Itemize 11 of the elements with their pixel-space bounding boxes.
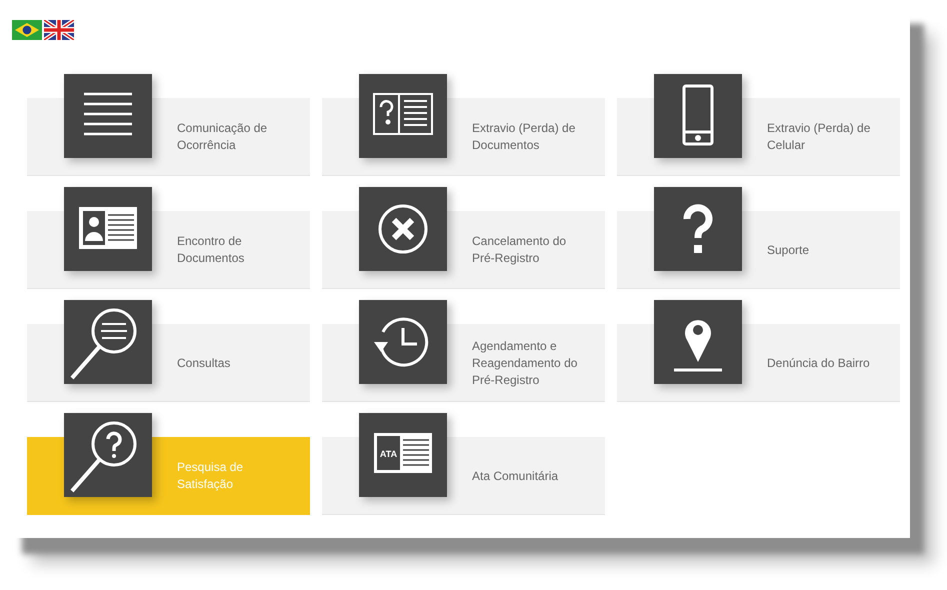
menu-tile[interactable]: Denúncia do Bairro: [617, 300, 900, 402]
menu-tile[interactable]: Encontro de Documentos: [27, 187, 310, 289]
document-label-icon: ATA: [359, 413, 447, 497]
menu-tile[interactable]: Cancelamento do Pré-Registro: [322, 187, 605, 289]
menu-tile[interactable]: Consultas: [27, 300, 310, 402]
menu-tile[interactable]: ATA Ata Comunitária: [322, 413, 605, 515]
menu-tile[interactable]: Comunicação de Ocorrência: [27, 74, 310, 176]
menu-tile[interactable]: Suporte: [617, 187, 900, 289]
menu-tile[interactable]: Agendamento e Reagendamento do Pré-Registro: [322, 300, 605, 402]
menu-tile[interactable]: Extravio (Perda) de Celular: [617, 74, 900, 176]
menu-tile[interactable]: Extravio (Perda) de Documentos: [322, 74, 605, 176]
